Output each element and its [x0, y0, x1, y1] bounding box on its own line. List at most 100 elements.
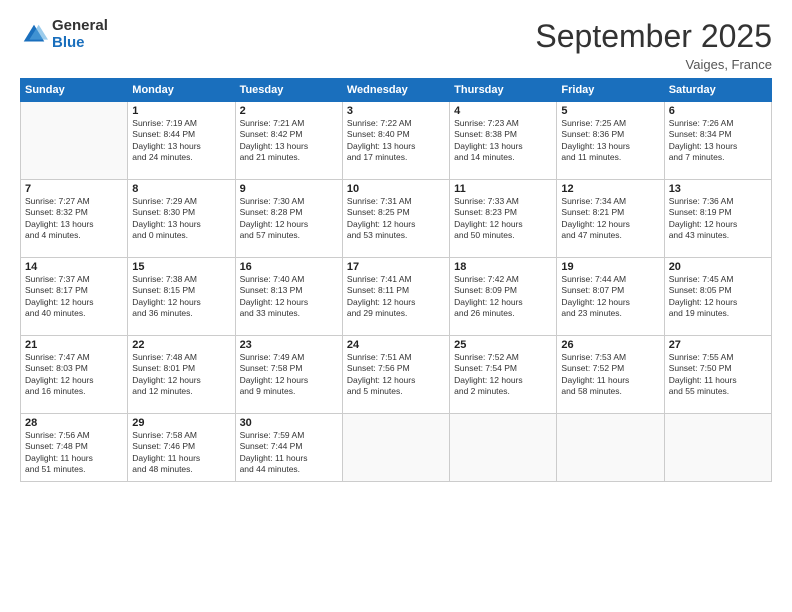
calendar-cell: 30Sunrise: 7:59 AM Sunset: 7:44 PM Dayli… — [235, 414, 342, 482]
day-info: Sunrise: 7:33 AM Sunset: 8:23 PM Dayligh… — [454, 196, 552, 242]
day-number: 30 — [240, 417, 338, 429]
calendar-cell: 2Sunrise: 7:21 AM Sunset: 8:42 PM Daylig… — [235, 102, 342, 180]
calendar-cell — [342, 414, 449, 482]
logo-general: General — [52, 18, 108, 35]
day-info: Sunrise: 7:30 AM Sunset: 8:28 PM Dayligh… — [240, 196, 338, 242]
day-number: 28 — [25, 417, 123, 429]
calendar-cell: 24Sunrise: 7:51 AM Sunset: 7:56 PM Dayli… — [342, 336, 449, 414]
day-number: 22 — [132, 339, 230, 351]
calendar-cell — [21, 102, 128, 180]
day-number: 2 — [240, 105, 338, 117]
calendar-cell: 8Sunrise: 7:29 AM Sunset: 8:30 PM Daylig… — [128, 180, 235, 258]
day-info: Sunrise: 7:34 AM Sunset: 8:21 PM Dayligh… — [561, 196, 659, 242]
day-info: Sunrise: 7:44 AM Sunset: 8:07 PM Dayligh… — [561, 274, 659, 320]
day-info: Sunrise: 7:45 AM Sunset: 8:05 PM Dayligh… — [669, 274, 767, 320]
day-info: Sunrise: 7:59 AM Sunset: 7:44 PM Dayligh… — [240, 430, 338, 476]
day-number: 27 — [669, 339, 767, 351]
day-info: Sunrise: 7:23 AM Sunset: 8:38 PM Dayligh… — [454, 118, 552, 164]
day-number: 12 — [561, 183, 659, 195]
calendar-week-row: 21Sunrise: 7:47 AM Sunset: 8:03 PM Dayli… — [21, 336, 772, 414]
calendar-table: SundayMondayTuesdayWednesdayThursdayFrid… — [20, 78, 772, 482]
calendar-cell: 15Sunrise: 7:38 AM Sunset: 8:15 PM Dayli… — [128, 258, 235, 336]
calendar-cell: 28Sunrise: 7:56 AM Sunset: 7:48 PM Dayli… — [21, 414, 128, 482]
calendar-week-row: 14Sunrise: 7:37 AM Sunset: 8:17 PM Dayli… — [21, 258, 772, 336]
day-number: 6 — [669, 105, 767, 117]
day-number: 11 — [454, 183, 552, 195]
calendar-cell: 11Sunrise: 7:33 AM Sunset: 8:23 PM Dayli… — [450, 180, 557, 258]
calendar-cell: 23Sunrise: 7:49 AM Sunset: 7:58 PM Dayli… — [235, 336, 342, 414]
day-number: 25 — [454, 339, 552, 351]
day-number: 20 — [669, 261, 767, 273]
month-title: September 2025 — [535, 18, 772, 55]
day-number: 14 — [25, 261, 123, 273]
calendar-cell: 14Sunrise: 7:37 AM Sunset: 8:17 PM Dayli… — [21, 258, 128, 336]
day-info: Sunrise: 7:36 AM Sunset: 8:19 PM Dayligh… — [669, 196, 767, 242]
calendar-cell: 4Sunrise: 7:23 AM Sunset: 8:38 PM Daylig… — [450, 102, 557, 180]
calendar-week-row: 1Sunrise: 7:19 AM Sunset: 8:44 PM Daylig… — [21, 102, 772, 180]
day-number: 24 — [347, 339, 445, 351]
header: General Blue September 2025 Vaiges, Fran… — [20, 18, 772, 72]
day-number: 5 — [561, 105, 659, 117]
day-info: Sunrise: 7:37 AM Sunset: 8:17 PM Dayligh… — [25, 274, 123, 320]
day-info: Sunrise: 7:38 AM Sunset: 8:15 PM Dayligh… — [132, 274, 230, 320]
day-info: Sunrise: 7:40 AM Sunset: 8:13 PM Dayligh… — [240, 274, 338, 320]
calendar-cell: 10Sunrise: 7:31 AM Sunset: 8:25 PM Dayli… — [342, 180, 449, 258]
calendar-cell — [450, 414, 557, 482]
calendar-cell: 3Sunrise: 7:22 AM Sunset: 8:40 PM Daylig… — [342, 102, 449, 180]
day-info: Sunrise: 7:25 AM Sunset: 8:36 PM Dayligh… — [561, 118, 659, 164]
day-number: 29 — [132, 417, 230, 429]
calendar-week-row: 7Sunrise: 7:27 AM Sunset: 8:32 PM Daylig… — [21, 180, 772, 258]
day-info: Sunrise: 7:41 AM Sunset: 8:11 PM Dayligh… — [347, 274, 445, 320]
calendar-cell: 21Sunrise: 7:47 AM Sunset: 8:03 PM Dayli… — [21, 336, 128, 414]
calendar-cell: 22Sunrise: 7:48 AM Sunset: 8:01 PM Dayli… — [128, 336, 235, 414]
day-number: 1 — [132, 105, 230, 117]
day-number: 10 — [347, 183, 445, 195]
weekday-header: Sunday — [21, 79, 128, 102]
calendar-cell: 17Sunrise: 7:41 AM Sunset: 8:11 PM Dayli… — [342, 258, 449, 336]
calendar-page: General Blue September 2025 Vaiges, Fran… — [0, 0, 792, 612]
day-info: Sunrise: 7:27 AM Sunset: 8:32 PM Dayligh… — [25, 196, 123, 242]
day-number: 7 — [25, 183, 123, 195]
location-subtitle: Vaiges, France — [535, 57, 772, 72]
logo: General Blue — [20, 18, 108, 51]
weekday-header: Friday — [557, 79, 664, 102]
day-number: 16 — [240, 261, 338, 273]
day-info: Sunrise: 7:55 AM Sunset: 7:50 PM Dayligh… — [669, 352, 767, 398]
calendar-cell: 16Sunrise: 7:40 AM Sunset: 8:13 PM Dayli… — [235, 258, 342, 336]
day-number: 18 — [454, 261, 552, 273]
calendar-cell: 27Sunrise: 7:55 AM Sunset: 7:50 PM Dayli… — [664, 336, 771, 414]
day-info: Sunrise: 7:47 AM Sunset: 8:03 PM Dayligh… — [25, 352, 123, 398]
day-info: Sunrise: 7:26 AM Sunset: 8:34 PM Dayligh… — [669, 118, 767, 164]
day-number: 21 — [25, 339, 123, 351]
calendar-cell: 29Sunrise: 7:58 AM Sunset: 7:46 PM Dayli… — [128, 414, 235, 482]
day-info: Sunrise: 7:48 AM Sunset: 8:01 PM Dayligh… — [132, 352, 230, 398]
day-number: 26 — [561, 339, 659, 351]
day-number: 8 — [132, 183, 230, 195]
day-info: Sunrise: 7:22 AM Sunset: 8:40 PM Dayligh… — [347, 118, 445, 164]
day-info: Sunrise: 7:29 AM Sunset: 8:30 PM Dayligh… — [132, 196, 230, 242]
day-number: 3 — [347, 105, 445, 117]
logo-blue: Blue — [52, 35, 108, 52]
day-info: Sunrise: 7:53 AM Sunset: 7:52 PM Dayligh… — [561, 352, 659, 398]
calendar-cell: 6Sunrise: 7:26 AM Sunset: 8:34 PM Daylig… — [664, 102, 771, 180]
calendar-cell: 19Sunrise: 7:44 AM Sunset: 8:07 PM Dayli… — [557, 258, 664, 336]
day-number: 9 — [240, 183, 338, 195]
day-number: 4 — [454, 105, 552, 117]
weekday-header: Thursday — [450, 79, 557, 102]
day-number: 15 — [132, 261, 230, 273]
day-number: 17 — [347, 261, 445, 273]
calendar-cell: 1Sunrise: 7:19 AM Sunset: 8:44 PM Daylig… — [128, 102, 235, 180]
logo-text: General Blue — [52, 18, 108, 51]
day-info: Sunrise: 7:31 AM Sunset: 8:25 PM Dayligh… — [347, 196, 445, 242]
calendar-cell: 13Sunrise: 7:36 AM Sunset: 8:19 PM Dayli… — [664, 180, 771, 258]
day-number: 13 — [669, 183, 767, 195]
title-block: September 2025 Vaiges, France — [535, 18, 772, 72]
weekday-header: Wednesday — [342, 79, 449, 102]
weekday-header: Monday — [128, 79, 235, 102]
calendar-cell — [664, 414, 771, 482]
day-info: Sunrise: 7:58 AM Sunset: 7:46 PM Dayligh… — [132, 430, 230, 476]
weekday-header: Tuesday — [235, 79, 342, 102]
calendar-cell: 7Sunrise: 7:27 AM Sunset: 8:32 PM Daylig… — [21, 180, 128, 258]
day-number: 19 — [561, 261, 659, 273]
day-info: Sunrise: 7:51 AM Sunset: 7:56 PM Dayligh… — [347, 352, 445, 398]
